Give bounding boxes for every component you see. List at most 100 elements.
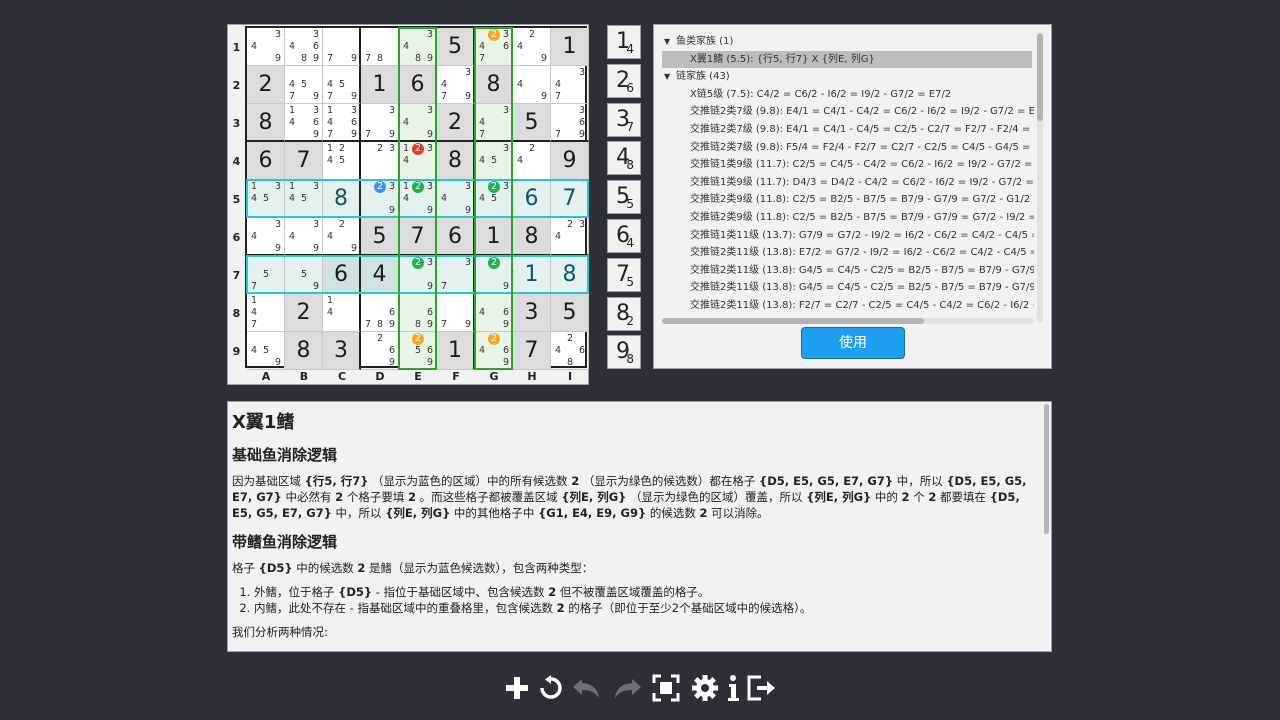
cell-B7[interactable]: 59 <box>285 256 323 294</box>
expand-triangle-icon[interactable]: ▼ <box>664 68 676 86</box>
tree-leaf[interactable]: X翼1鳍 (5.5): {行5, 行7} X {列E, 列G} <box>662 50 1032 69</box>
cell-B8[interactable]: 2 <box>285 294 323 332</box>
cell-H4[interactable]: 24 <box>513 142 551 180</box>
cell-I2[interactable]: 3 47 <box>551 66 589 104</box>
cell-C1[interactable]: 97 <box>323 28 361 66</box>
cell-I7[interactable]: 8 <box>551 256 589 294</box>
tree-group[interactable]: ▼ 链家族 (43) <box>654 68 1034 86</box>
number-button-8[interactable]: 82 <box>607 296 641 331</box>
explanation-scrollbar[interactable] <box>1044 404 1049 649</box>
cell-E7[interactable]: 23 9 <box>399 256 437 294</box>
cell-C9[interactable]: 3 <box>323 332 361 370</box>
cell-D9[interactable]: 269 <box>361 332 399 370</box>
cell-G8[interactable]: 4 69 <box>475 294 513 332</box>
cell-F1[interactable]: 5 <box>437 28 475 66</box>
tree-vertical-scrollbar[interactable] <box>1037 33 1043 323</box>
tree-leaf[interactable]: 交推链2类11级 (13.8): E7/2 = G7/2 - I9/2 = I6… <box>654 244 1034 262</box>
tree-leaf[interactable]: 交推链2类9级 (11.8): C2/5 = B2/5 - B7/5 = B7/… <box>654 209 1034 227</box>
cell-D3[interactable]: 3 7 9 <box>361 104 399 142</box>
cell-C6[interactable]: 24 9 <box>323 218 361 256</box>
cell-A2[interactable]: 2 <box>247 66 285 104</box>
tree-horizontal-scrollbar[interactable] <box>662 318 1034 324</box>
cell-I5[interactable]: 7 <box>551 180 589 218</box>
cell-A3[interactable]: 8 <box>247 104 285 142</box>
undo-icon[interactable] <box>572 672 602 704</box>
cell-G4[interactable]: 453 <box>475 142 513 180</box>
cell-E9[interactable]: 2569 <box>399 332 437 370</box>
cell-E1[interactable]: 3 489 <box>399 28 437 66</box>
cell-D7[interactable]: 4 <box>361 256 399 294</box>
cell-C8[interactable]: 14 <box>323 294 361 332</box>
cell-G9[interactable]: 24 69 <box>475 332 513 370</box>
cell-D4[interactable]: 23 <box>361 142 399 180</box>
tree-leaf[interactable]: 交推链2类11级 (13.8): G4/5 = C4/5 - C2/5 = B2… <box>654 279 1034 297</box>
cell-A9[interactable]: 459 <box>247 332 285 370</box>
cell-G1[interactable]: 23 4 6 7 <box>475 28 513 66</box>
cell-F6[interactable]: 6 <box>437 218 475 256</box>
cell-H2[interactable]: 49 <box>513 66 551 104</box>
settings-icon[interactable] <box>690 672 720 704</box>
cell-C3[interactable]: 1 3 4 69 7 <box>323 104 361 142</box>
redo-icon[interactable] <box>612 672 642 704</box>
cell-D5[interactable]: 23 9 <box>361 180 399 218</box>
cell-I4[interactable]: 9 <box>551 142 589 180</box>
cell-F8[interactable]: 79 <box>437 294 475 332</box>
cell-C5[interactable]: 8 <box>323 180 361 218</box>
cell-H5[interactable]: 6 <box>513 180 551 218</box>
tree-leaf[interactable]: 交推链2类7级 (9.8): E4/1 = C4/1 - C4/5 = C2/5… <box>654 121 1034 139</box>
cell-D2[interactable]: 1 <box>361 66 399 104</box>
cell-A7[interactable]: 57 <box>247 256 285 294</box>
cell-I8[interactable]: 5 <box>551 294 589 332</box>
cell-D1[interactable]: 78 <box>361 28 399 66</box>
cell-E8[interactable]: 689 <box>399 294 437 332</box>
tree-leaf[interactable]: 交推链1类9级 (11.7): C2/5 = C4/5 - C4/2 = C6/… <box>654 156 1034 174</box>
cell-F7[interactable]: 37 <box>437 256 475 294</box>
cell-G3[interactable]: 3 47 <box>475 104 513 142</box>
cell-B3[interactable]: 1 3 4 69 <box>285 104 323 142</box>
number-button-4[interactable]: 48 <box>607 141 641 176</box>
exit-icon[interactable] <box>746 672 776 704</box>
tree-leaf[interactable]: 交推链2类7级 (9.8): F5/4 = F2/4 - F2/7 = C2/7… <box>654 139 1034 157</box>
cell-B5[interactable]: 1 3 45 <box>285 180 323 218</box>
tree-leaf[interactable]: X链5级 (7.5): C4/2 = C6/2 - I6/2 = I9/2 - … <box>654 86 1034 104</box>
cell-H8[interactable]: 3 <box>513 294 551 332</box>
cell-H9[interactable]: 7 <box>513 332 551 370</box>
cell-G6[interactable]: 1 <box>475 218 513 256</box>
cell-G5[interactable]: 23 45 <box>475 180 513 218</box>
cell-H1[interactable]: 24 9 <box>513 28 551 66</box>
restart-icon[interactable] <box>536 672 566 704</box>
cell-B6[interactable]: 3 4 9 <box>285 218 323 256</box>
number-button-5[interactable]: 55 <box>607 180 641 215</box>
add-icon[interactable] <box>502 672 532 704</box>
number-button-1[interactable]: 14 <box>607 25 641 59</box>
number-button-2[interactable]: 26 <box>607 63 641 98</box>
cell-B1[interactable]: 3 4 689 <box>285 28 323 66</box>
cell-F3[interactable]: 2 <box>437 104 475 142</box>
tree-leaf[interactable]: 交推链1类11级 (13.7): G7/9 = G7/2 - I9/2 = I6… <box>654 227 1034 245</box>
cell-F4[interactable]: 8 <box>437 142 475 180</box>
cell-D8[interactable]: 6 789 <box>361 294 399 332</box>
number-button-9[interactable]: 98 <box>607 335 641 370</box>
cell-F9[interactable]: 1 <box>437 332 475 370</box>
cell-A6[interactable]: 4 3 9 <box>247 218 285 256</box>
cell-B2[interactable]: 459 7 <box>285 66 323 104</box>
use-button[interactable]: 使用 <box>801 327 905 359</box>
tree-group[interactable]: ▼ 鱼类家族 (1) <box>654 33 1034 51</box>
cell-E3[interactable]: 3 4 9 <box>399 104 437 142</box>
expand-triangle-icon[interactable]: ▼ <box>664 33 676 51</box>
tree-leaf[interactable]: 交推链1类9级 (11.7): D4/3 = D4/2 - C4/2 = C6/… <box>654 174 1034 192</box>
cell-A4[interactable]: 6 <box>247 142 285 180</box>
tree-leaf[interactable]: 交推链2类9级 (11.8): C2/5 = B2/5 - B7/5 = B7/… <box>654 191 1034 209</box>
cell-F2[interactable]: 3 47 9 <box>437 66 475 104</box>
cell-I3[interactable]: 36 7 9 <box>551 104 589 142</box>
cell-D6[interactable]: 5 <box>361 218 399 256</box>
cell-G2[interactable]: 8 <box>475 66 513 104</box>
cell-E5[interactable]: 123 4 9 <box>399 180 437 218</box>
fit-screen-icon[interactable] <box>651 672 681 704</box>
cell-C2[interactable]: 459 7 <box>323 66 361 104</box>
cell-F5[interactable]: 3 4 9 <box>437 180 475 218</box>
tree-leaf[interactable]: 交推链2类7级 (9.8): E4/1 = C4/1 - C4/2 = C6/2… <box>654 103 1034 121</box>
number-button-3[interactable]: 37 <box>607 102 641 137</box>
cell-I1[interactable]: 1 <box>551 28 589 66</box>
cell-B9[interactable]: 8 <box>285 332 323 370</box>
